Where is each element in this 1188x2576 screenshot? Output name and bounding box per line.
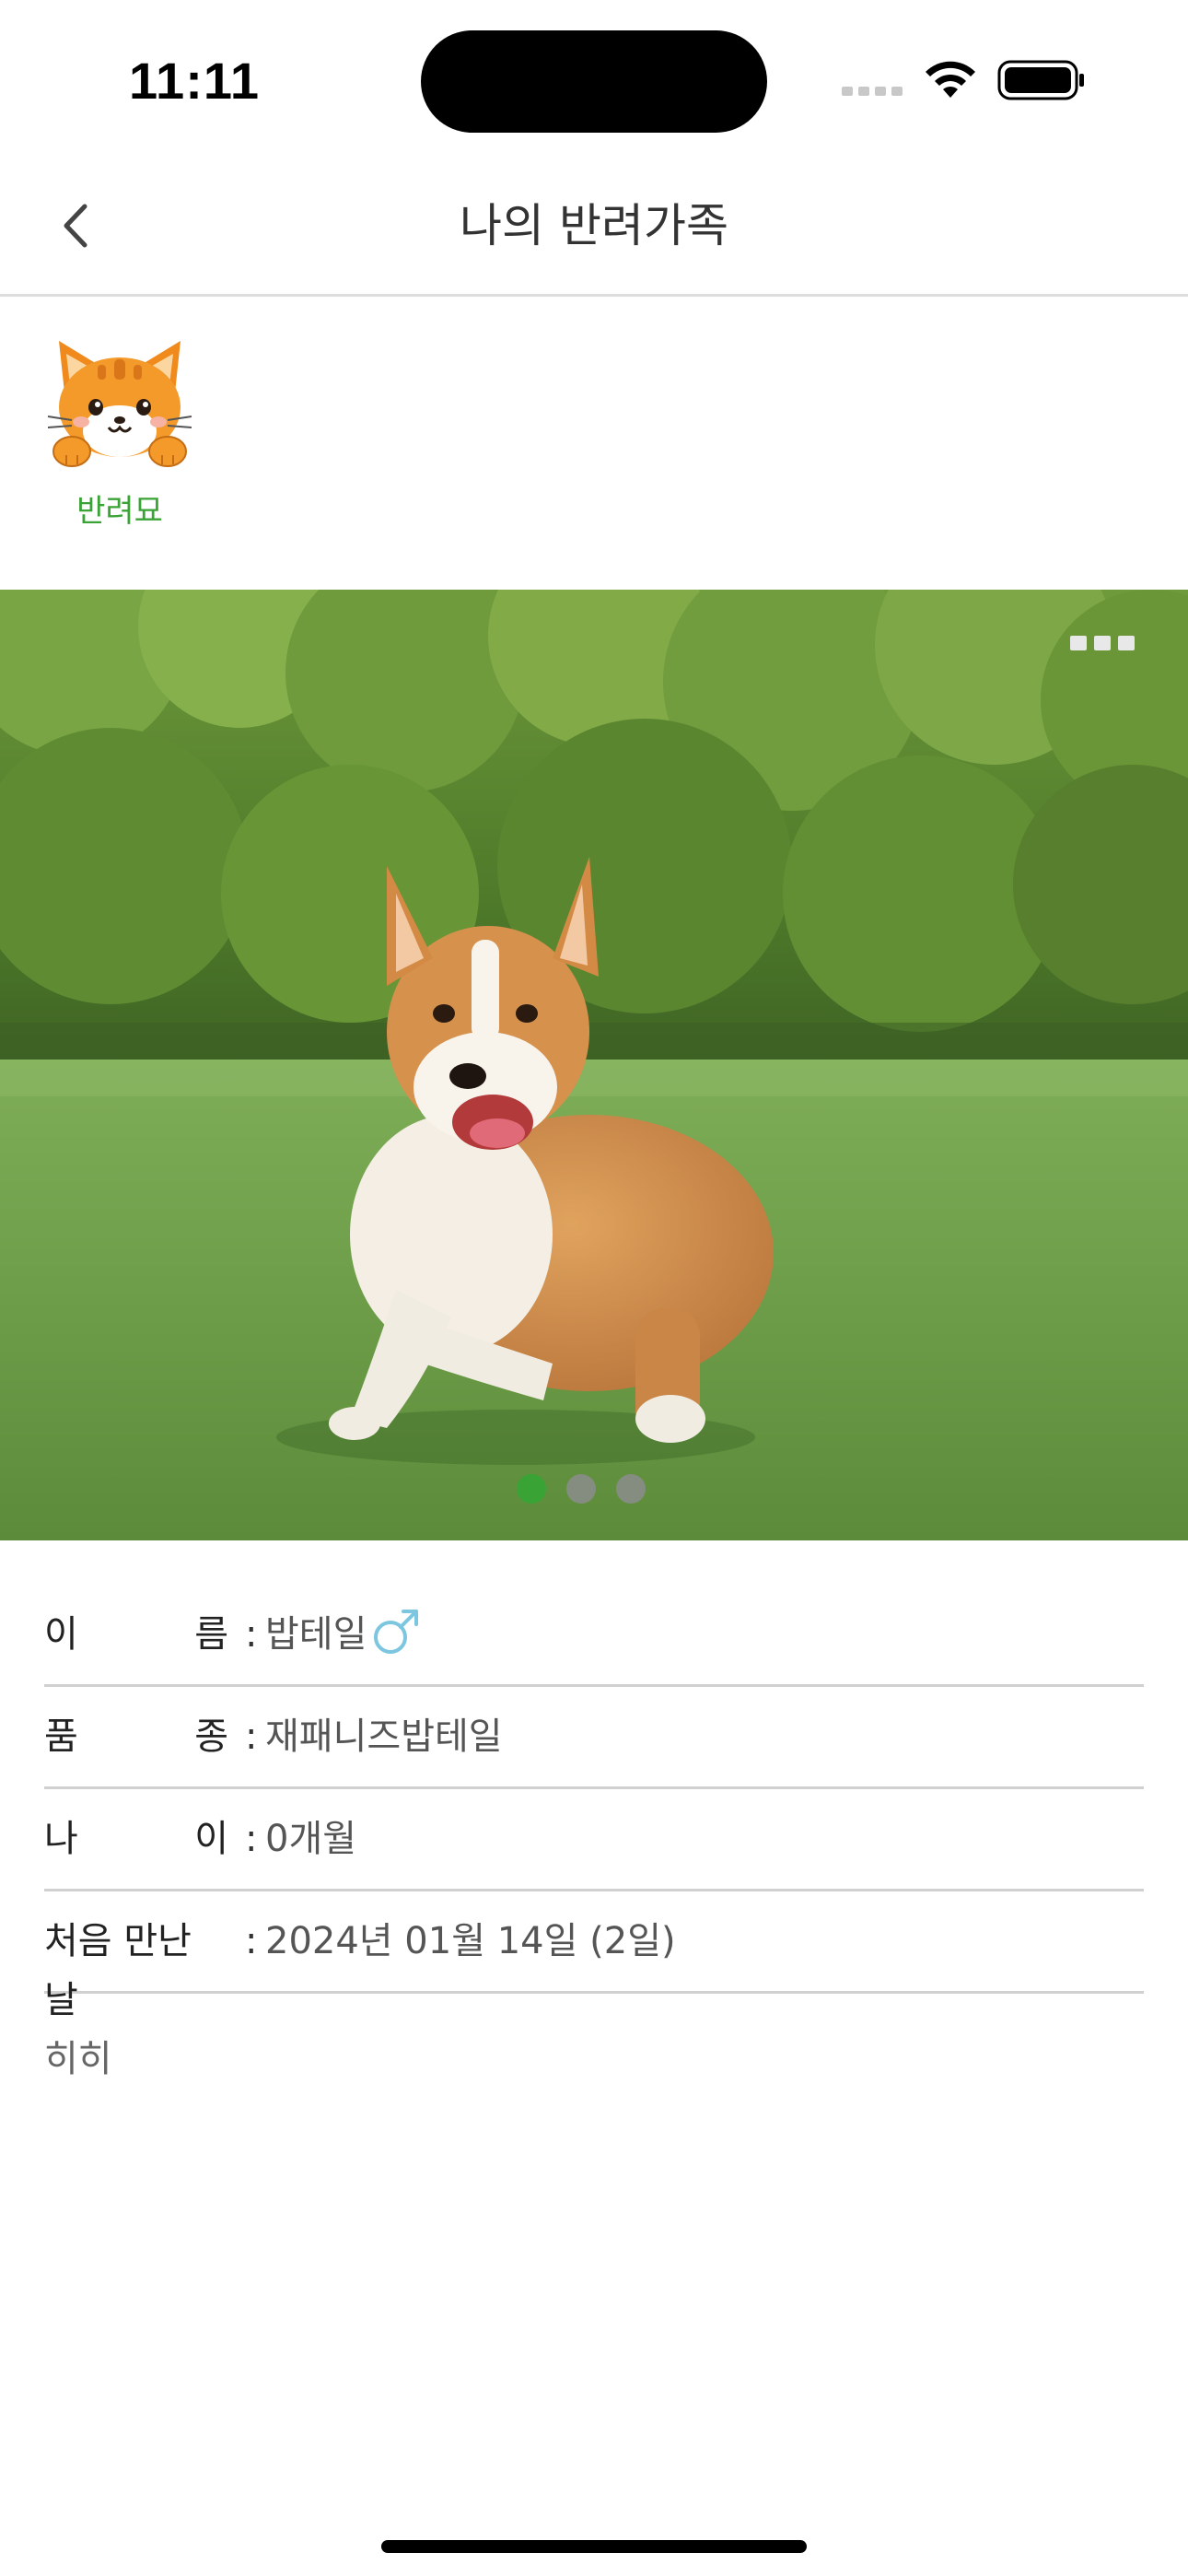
back-button[interactable] xyxy=(46,193,111,258)
colon: : xyxy=(245,1715,258,1758)
info-row-first-met: 처음 만난 날 : 2024년 01월 14일 (2일) xyxy=(44,1891,1144,2021)
page-title: 나의 반려가족 xyxy=(460,199,728,252)
page-dot[interactable] xyxy=(616,1474,646,1504)
more-dot-icon xyxy=(1094,636,1111,650)
more-dot-icon xyxy=(1070,636,1087,650)
pet-tab-label: 반려묘 xyxy=(76,493,163,530)
pet-info-list: 이 름 : 밥테일 품 종 : 재패니즈밥테일 나 이 : 0개월 처음 만난 … xyxy=(44,1585,1144,2021)
colon: : xyxy=(245,1613,258,1656)
pet-tab-cat[interactable]: 반려묘 xyxy=(37,332,203,553)
cellular-signal-icon xyxy=(842,87,903,96)
name-label: 이 름 xyxy=(44,1613,228,1656)
first-met-value: 2024년 01월 14일 (2일) xyxy=(265,1920,676,1962)
info-row-age: 나 이 : 0개월 xyxy=(44,1789,1144,1891)
male-gender-icon xyxy=(374,1610,419,1654)
page-dot-active[interactable] xyxy=(517,1474,546,1504)
pet-photo xyxy=(0,590,1188,1540)
status-time: 11:11 xyxy=(129,52,261,110)
breed-value: 재패니즈밥테일 xyxy=(265,1715,503,1758)
battery-icon xyxy=(997,60,1084,100)
pet-photo-carousel[interactable] xyxy=(0,590,1188,1540)
info-row-breed: 품 종 : 재패니즈밥테일 xyxy=(44,1687,1144,1789)
age-value: 0개월 xyxy=(265,1818,357,1860)
more-dot-icon xyxy=(1118,636,1135,650)
nav-header: 나의 반려가족 xyxy=(0,157,1188,297)
wifi-icon xyxy=(926,61,975,98)
breed-label: 품 종 xyxy=(44,1715,228,1758)
name-value: 밥테일 xyxy=(265,1605,1094,1664)
info-row-name: 이 름 : 밥테일 xyxy=(44,1585,1144,1687)
home-indicator[interactable] xyxy=(381,2540,807,2553)
dynamic-island xyxy=(421,30,767,133)
colon: : xyxy=(245,1920,258,1962)
status-bar: 11:11 xyxy=(0,0,1188,157)
colon: : xyxy=(245,1818,258,1860)
cat-face-icon xyxy=(47,341,192,467)
first-met-label: 처음 만난 날 xyxy=(44,1920,192,2021)
more-options-button[interactable] xyxy=(1059,626,1142,663)
age-label: 나 이 xyxy=(44,1818,228,1860)
chevron-left-icon xyxy=(64,204,87,248)
pet-memo: 히히 xyxy=(44,2038,112,2080)
page-dot[interactable] xyxy=(566,1474,596,1504)
page-indicator xyxy=(517,1472,664,1505)
